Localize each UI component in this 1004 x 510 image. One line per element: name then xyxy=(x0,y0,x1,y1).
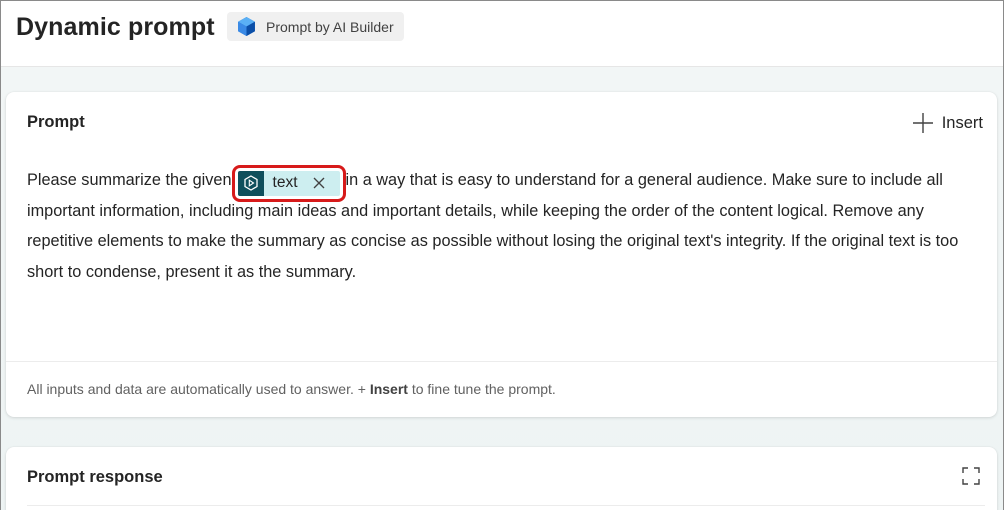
input-token-chip[interactable]: text xyxy=(231,164,346,202)
close-icon[interactable] xyxy=(312,176,326,190)
prompt-source-badge[interactable]: Prompt by AI Builder xyxy=(227,12,404,41)
page-header: Dynamic prompt Prompt by AI Builder xyxy=(1,1,1003,67)
footer-hint-text: All inputs and data are automatically us… xyxy=(27,381,370,397)
prompt-response-title: Prompt response xyxy=(27,468,163,486)
prompt-response-card: Prompt response xyxy=(6,447,997,510)
ai-builder-icon xyxy=(238,17,255,36)
prompt-footer-hint: All inputs and data are automatically us… xyxy=(27,381,556,397)
prompt-text-before: Please summarize the given xyxy=(27,171,232,189)
response-divider xyxy=(27,505,985,506)
footer-insert-link[interactable]: Insert xyxy=(370,381,408,397)
prompt-card: Prompt Insert Please summarize the given… xyxy=(6,92,997,417)
page-title: Dynamic prompt xyxy=(16,13,215,41)
badge-label: Prompt by AI Builder xyxy=(266,18,394,35)
card-divider xyxy=(6,361,997,362)
footer-hint-text-end: to fine tune the prompt. xyxy=(407,381,556,397)
prompt-editor[interactable]: Please summarize the given text in a way… xyxy=(27,164,992,287)
expand-icon[interactable] xyxy=(962,467,980,485)
plus-icon xyxy=(912,113,933,133)
prompt-card-title: Prompt xyxy=(27,113,85,131)
insert-button-label: Insert xyxy=(941,113,983,132)
input-token-icon xyxy=(237,170,264,196)
input-token-label: text xyxy=(272,173,298,191)
designer-canvas: Prompt Insert Please summarize the given… xyxy=(1,67,1003,510)
insert-button[interactable]: Insert xyxy=(912,110,983,136)
